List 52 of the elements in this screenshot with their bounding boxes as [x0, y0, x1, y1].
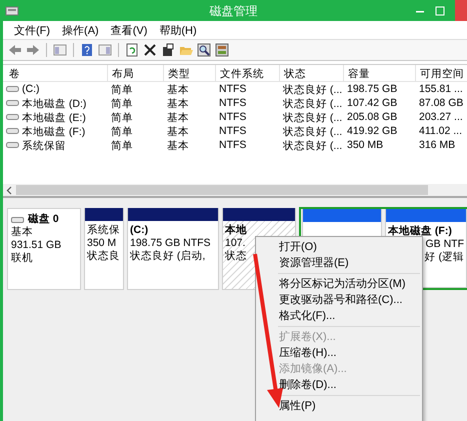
table-cell-text: 350 MB	[346, 138, 384, 152]
table-cell-text: 状态良好 (...	[282, 139, 344, 152]
disk-status: 联机	[11, 252, 34, 265]
table-cell-text: 155.81 ...	[418, 82, 464, 96]
table-cell-text: 基本	[166, 139, 190, 152]
table-cell: (C:)	[22, 83, 40, 95]
table-cell-text: 状态良好 (...	[282, 97, 344, 110]
disk-type: 基本	[11, 226, 34, 239]
table-cell-text: 基本	[166, 97, 190, 110]
table-cell-text: 简单	[110, 139, 134, 152]
table-cell-text: 状态良好 (...	[282, 111, 344, 124]
table-cell-text: 基本	[166, 111, 190, 124]
table-cell-text: NTFS	[218, 138, 248, 152]
window-title: 磁盘管理	[210, 3, 258, 20]
table-cell-text: 205.08 GB	[346, 110, 398, 124]
table-cell-text: 简单	[110, 125, 134, 138]
table-cell: 本地磁盘 (D:)	[22, 97, 86, 109]
table-cell-text: 状态良好 (...	[282, 125, 344, 138]
table-cell-text: 107.42 GB	[346, 96, 398, 110]
partition-text: 好 (逻辑	[424, 251, 464, 264]
disk-size: 931.51 GB	[11, 239, 62, 252]
table-cell-text: 203.27 ...	[418, 110, 464, 124]
partition-text: GB NTF	[426, 238, 464, 251]
table-cell-text: 基本	[166, 83, 190, 96]
table-cell-text: 简单	[110, 97, 134, 110]
partition-text: 本地	[225, 224, 247, 237]
table-cell-text: 87.08 GB	[418, 96, 464, 110]
partition-text: 198.75 GB NTFS	[130, 237, 211, 250]
table-cell: 本地磁盘 (E:)	[22, 111, 86, 123]
disk-name: 磁盘 0	[28, 213, 59, 226]
table-cell-text: NTFS	[218, 82, 248, 96]
partition-text: (C:)	[130, 224, 148, 237]
table-cell-text: NTFS	[218, 96, 248, 110]
partition-text: 状态	[225, 250, 247, 263]
table-cell-text: 基本	[166, 125, 190, 138]
table-cell: 系统保留	[22, 139, 66, 151]
partition-text: 本地磁盘 (F:)	[388, 225, 452, 238]
partition-text: 状态良好 (启动,	[130, 250, 206, 263]
table-cell-text: 状态良好 (...	[282, 83, 344, 96]
partition-text: 107.	[225, 237, 246, 250]
table-cell-text: 316 MB	[418, 138, 456, 152]
partition-text: 350 M	[87, 237, 116, 250]
table-cell-text: 411.02 ...	[418, 124, 464, 138]
table-cell-text: 198.75 GB	[346, 82, 398, 96]
table-cell-text: 简单	[110, 83, 134, 96]
table-cell-text: NTFS	[218, 110, 248, 124]
table-cell-text: 简单	[110, 111, 134, 124]
partition-text: 系统保	[87, 224, 120, 237]
table-cell: 本地磁盘 (F:)	[22, 125, 86, 137]
table-cell-text: 419.92 GB	[346, 124, 398, 138]
table-cell-text: NTFS	[218, 124, 248, 138]
partition-text: 状态良	[87, 250, 120, 263]
